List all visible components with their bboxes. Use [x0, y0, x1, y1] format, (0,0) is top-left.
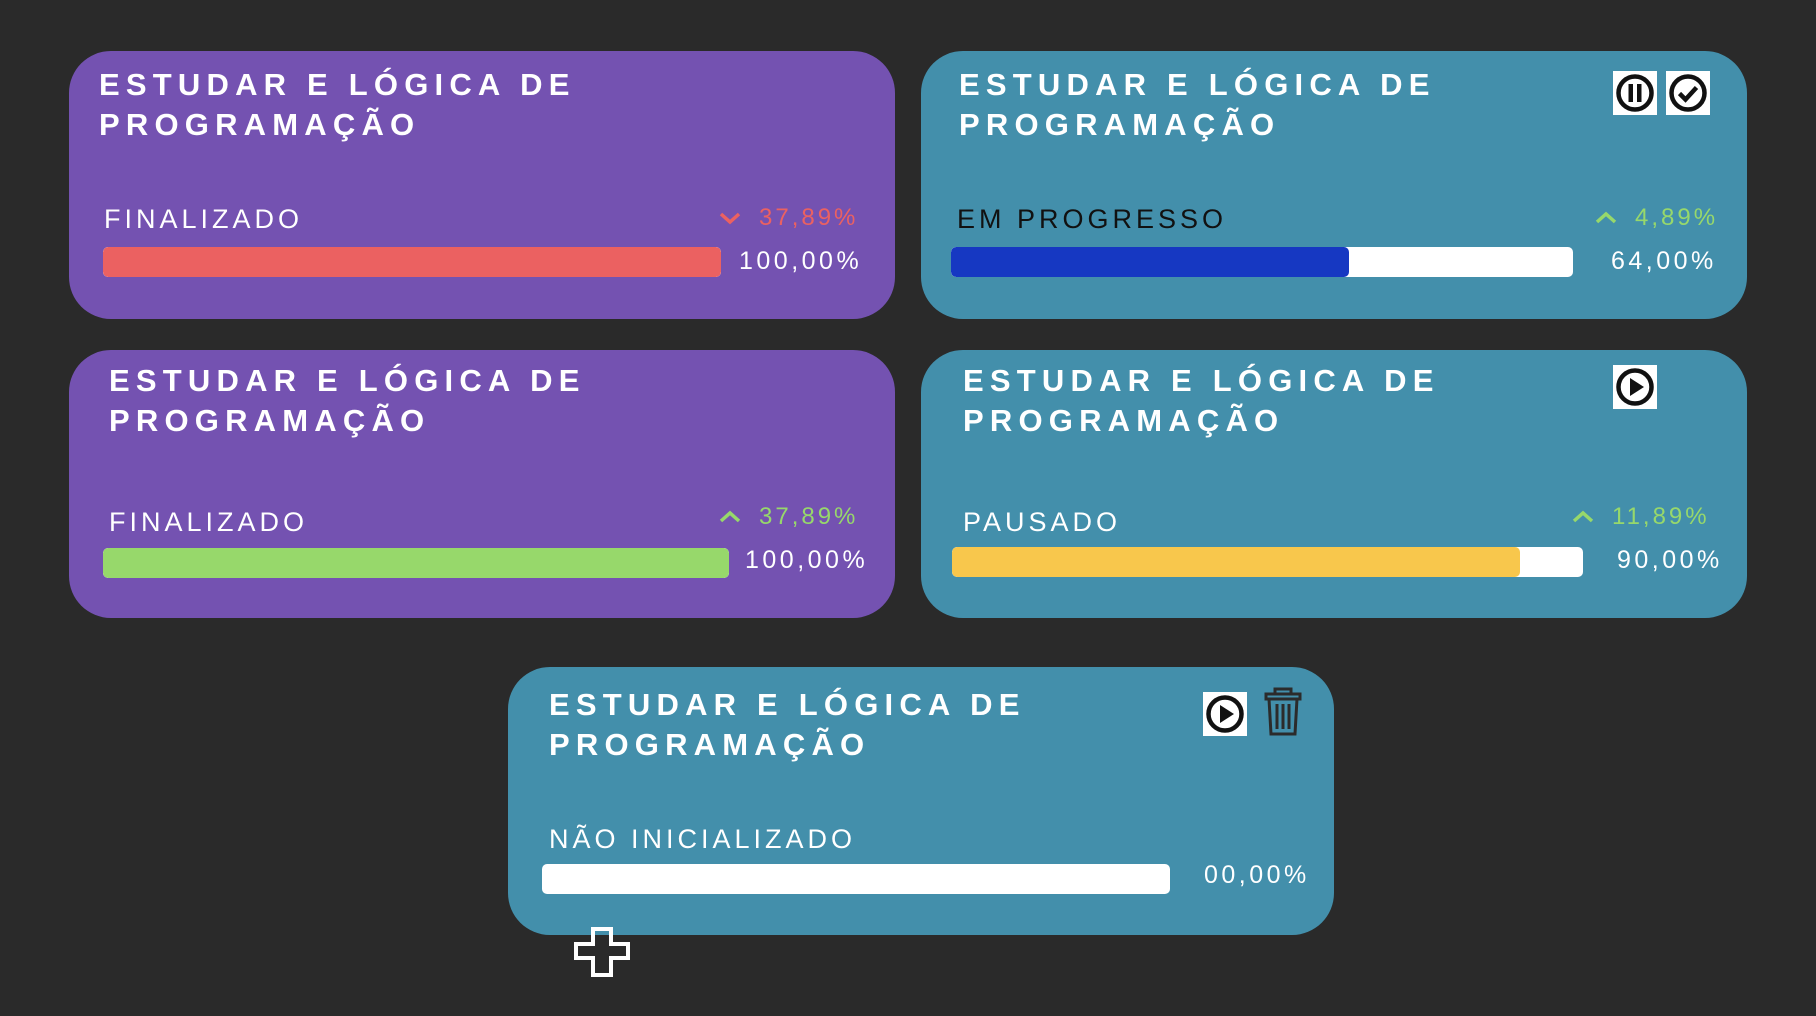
progress-fill: [103, 247, 721, 277]
task-card: ESTUDAR E LÓGICA DE PROGRAMAÇÃO NÃO INIC…: [508, 667, 1334, 935]
plus-icon[interactable]: [574, 927, 630, 977]
task-card: ESTUDAR E LÓGICA DE PROGRAMAÇÃO FINALIZA…: [69, 350, 895, 618]
pause-button[interactable]: [1613, 71, 1657, 115]
task-card: ESTUDAR E LÓGICA DE PROGRAMAÇÃO FINALIZA…: [69, 51, 895, 319]
task-status: FINALIZADO: [109, 507, 309, 537]
task-status: NÃO INICIALIZADO: [549, 824, 857, 854]
play-button[interactable]: [1203, 692, 1247, 736]
progress-fill: [103, 548, 729, 578]
task-status: FINALIZADO: [104, 204, 304, 234]
play-icon: [1616, 368, 1654, 406]
task-board: ESTUDAR E LÓGICA DE PROGRAMAÇÃO FINALIZA…: [0, 0, 1816, 1016]
chevron-up-icon: [1595, 211, 1617, 224]
task-title: ESTUDAR E LÓGICA DE PROGRAMAÇÃO: [99, 65, 576, 145]
progress-bar: [951, 247, 1573, 277]
progress-fill: [951, 247, 1350, 277]
pause-icon: [1616, 74, 1654, 112]
progress-fill: [952, 547, 1520, 577]
progress-percent: 00,00%: [1204, 861, 1310, 889]
trend-indicator: 11,89%: [1572, 503, 1710, 531]
task-title-line: ESTUDAR E LÓGICA DE: [549, 687, 1026, 722]
chevron-up-icon: [719, 510, 741, 523]
task-title: ESTUDAR E LÓGICA DE PROGRAMAÇÃO: [549, 685, 1026, 765]
progress-percent: 100,00%: [745, 546, 869, 574]
progress-bar: [103, 548, 729, 578]
task-title-line: ESTUDAR E LÓGICA DE: [963, 363, 1440, 398]
task-title-line: PROGRAMAÇÃO: [959, 107, 1281, 142]
task-title: ESTUDAR E LÓGICA DE PROGRAMAÇÃO: [109, 361, 586, 441]
play-icon: [1206, 695, 1244, 733]
trend-value: 37,89%: [759, 503, 859, 530]
task-title-line: PROGRAMAÇÃO: [99, 107, 421, 142]
task-status: EM PROGRESSO: [957, 204, 1228, 234]
progress-percent: 64,00%: [1611, 247, 1717, 275]
play-button[interactable]: [1613, 365, 1657, 409]
trend-indicator: 37,89%: [719, 204, 858, 232]
trend-indicator: 37,89%: [719, 503, 858, 531]
task-title-line: PROGRAMAÇÃO: [109, 403, 431, 438]
progress-bar: [542, 864, 1170, 894]
task-status: PAUSADO: [963, 507, 1122, 537]
task-title-line: ESTUDAR E LÓGICA DE: [109, 363, 586, 398]
task-title: ESTUDAR E LÓGICA DE PROGRAMAÇÃO: [959, 65, 1436, 145]
task-card: ESTUDAR E LÓGICA DE PROGRAMAÇÃO PAUSADO …: [921, 350, 1747, 618]
trend-value: 4,89%: [1635, 204, 1719, 231]
trend-value: 37,89%: [759, 204, 859, 231]
task-card: ESTUDAR E LÓGICA DE PROGRAMAÇÃO EM PROGR…: [921, 51, 1747, 319]
trash-icon[interactable]: [1263, 687, 1303, 737]
task-title-line: PROGRAMAÇÃO: [549, 727, 871, 762]
task-title-line: ESTUDAR E LÓGICA DE: [959, 67, 1436, 102]
chevron-down-icon: [719, 212, 741, 225]
progress-percent: 90,00%: [1617, 546, 1723, 574]
trend-value: 11,89%: [1612, 503, 1710, 530]
task-title-line: ESTUDAR E LÓGICA DE: [99, 67, 576, 102]
task-title: ESTUDAR E LÓGICA DE PROGRAMAÇÃO: [963, 361, 1440, 441]
progress-percent: 100,00%: [739, 247, 863, 275]
complete-button[interactable]: [1666, 71, 1710, 115]
progress-bar: [952, 547, 1583, 577]
trend-indicator: 4,89%: [1595, 204, 1718, 232]
chevron-up-icon: [1572, 510, 1594, 523]
progress-bar: [103, 247, 721, 277]
check-icon: [1669, 74, 1707, 112]
task-title-line: PROGRAMAÇÃO: [963, 403, 1285, 438]
